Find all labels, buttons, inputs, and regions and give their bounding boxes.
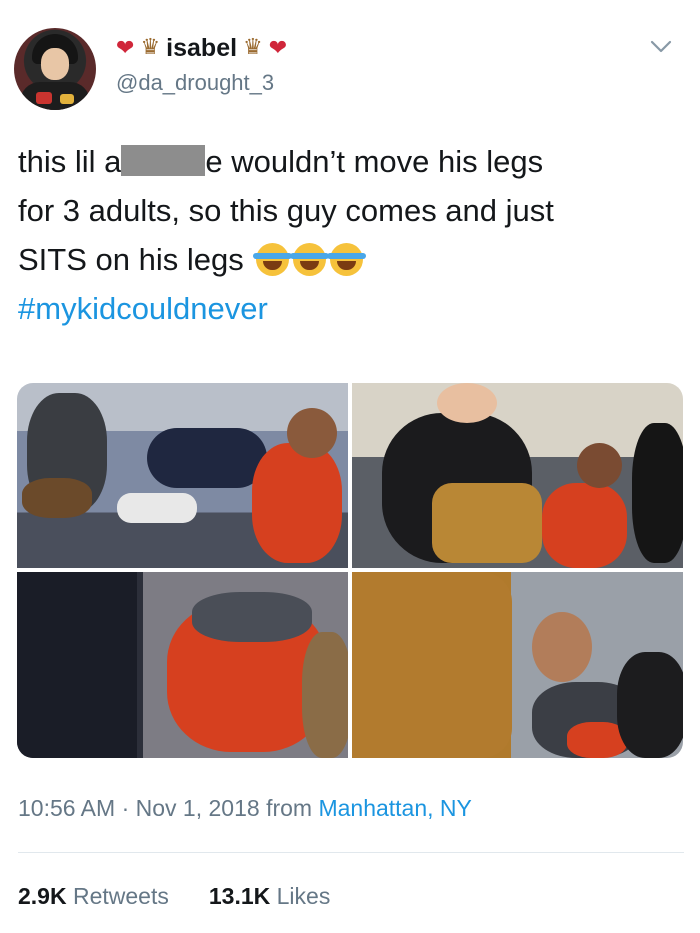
retweets-count: 2.9K: [18, 883, 67, 909]
from-label: from: [266, 795, 313, 821]
location-link[interactable]: Manhattan, NY: [318, 795, 471, 821]
trophy-icon: ♛: [140, 35, 161, 60]
likes-stat[interactable]: 13.1K Likes: [209, 883, 330, 910]
likes-label: Likes: [276, 883, 331, 909]
photo-1[interactable]: [17, 383, 348, 568]
engagement-stats: 2.9K Retweets 13.1K Likes: [18, 883, 330, 910]
tweet-date[interactable]: Nov 1, 2018: [136, 795, 260, 821]
chevron-down-icon[interactable]: [650, 40, 672, 54]
tweet-line: this lil a e wouldn’t move his legs: [18, 137, 688, 186]
photo-3[interactable]: [17, 572, 348, 758]
crying-laughing-emoji: [253, 243, 293, 276]
avatar[interactable]: [14, 28, 96, 110]
crying-laughing-emoji: [290, 243, 330, 276]
heart-icon: ❤: [268, 35, 288, 60]
crying-laughing-emoji: [327, 243, 367, 276]
tweet-text-segment: e wouldn’t move his legs: [205, 144, 544, 179]
heart-icon: ❤: [116, 35, 135, 60]
trophy-icon: ♛: [243, 35, 263, 60]
tweet-text: this lil a e wouldn’t move his legs for 3…: [18, 137, 688, 333]
avatar-coat: [20, 82, 90, 110]
retweets-stat[interactable]: 2.9K Retweets: [18, 883, 169, 910]
tweet-text-segment: this lil a: [18, 144, 122, 179]
photo-2[interactable]: [352, 383, 683, 568]
tweet-time[interactable]: 10:56 AM: [18, 795, 115, 821]
photo-4[interactable]: [352, 572, 683, 758]
redaction-block: [121, 145, 206, 176]
likes-count: 13.1K: [208, 883, 271, 909]
separator-dot: ·: [121, 795, 130, 821]
hashtag-link[interactable]: #mykidcouldnever: [18, 284, 688, 333]
tweet-line: for 3 adults, so this guy comes and just: [18, 193, 554, 228]
avatar-face: [41, 48, 69, 80]
divider: [18, 852, 684, 853]
avatar-patch: [36, 92, 52, 104]
media-grid: [17, 383, 683, 758]
tweet-text-segment: SITS on his legs: [18, 242, 244, 277]
tweet-timestamp: 10:56 AM · Nov 1, 2018 from Manhattan, N…: [18, 795, 472, 822]
tweet-line: SITS on his legs: [18, 235, 688, 284]
display-name[interactable]: isabel: [166, 34, 237, 63]
display-name-row[interactable]: ❤ ♛ isabel ♛ ❤: [116, 30, 287, 66]
avatar-patch: [60, 94, 74, 104]
user-handle[interactable]: @da_drought_3: [116, 70, 274, 96]
retweets-label: Retweets: [72, 883, 169, 909]
